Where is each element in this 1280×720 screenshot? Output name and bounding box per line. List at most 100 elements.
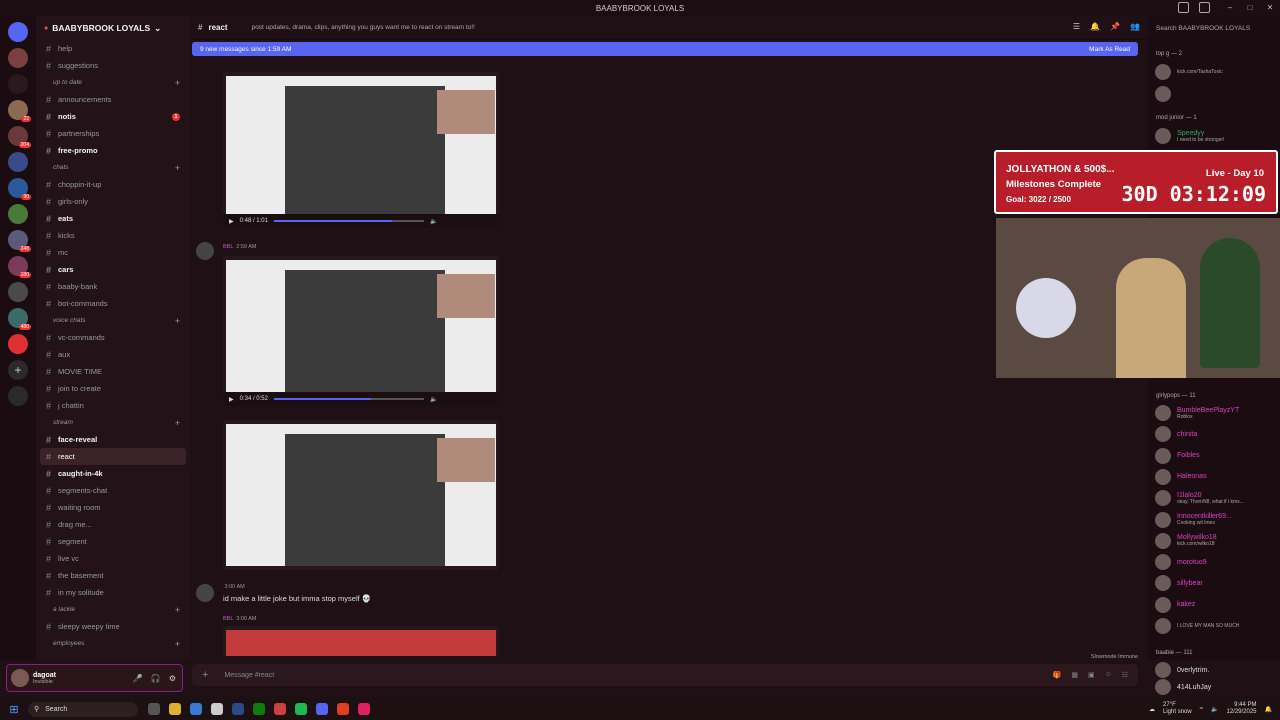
clock[interactable]: 9:44 PM 12/29/2025 [1226, 702, 1256, 716]
gift-icon[interactable]: 🎁 [1053, 671, 1062, 679]
edge-icon[interactable] [190, 703, 202, 715]
video-attachment[interactable]: ▶ 0:34 / 0:52 🔈 [223, 256, 499, 406]
channel-item[interactable]: # segment [36, 533, 190, 550]
add-channel-icon[interactable]: + [175, 639, 180, 649]
message-composer[interactable]: + Message #react 🎁 ▦ ▣ ☺ ☷ [192, 664, 1138, 686]
wifi-icon[interactable]: ≈ [1200, 706, 1203, 712]
server-icon[interactable] [8, 48, 28, 68]
avatar[interactable] [11, 669, 29, 687]
member-item[interactable]: kick.com/TashaToxic [1155, 63, 1223, 81]
server-icon[interactable] [8, 74, 28, 94]
video-progress[interactable] [273, 398, 424, 400]
file-explorer-icon[interactable] [169, 703, 181, 715]
video-progress[interactable] [273, 220, 424, 222]
server-icon[interactable]: 90 [8, 178, 31, 200]
message-author[interactable]: BBL [223, 616, 233, 622]
add-channel-icon[interactable]: + [175, 316, 180, 326]
help-icon[interactable] [1199, 2, 1210, 13]
gif-icon[interactable]: ▦ [1071, 671, 1078, 679]
channel-item[interactable]: # eats [36, 210, 190, 227]
threads-icon[interactable]: ☰ [1073, 22, 1080, 31]
channel-item[interactable]: # free-promo [36, 142, 190, 159]
server-icon[interactable]: 480 [8, 308, 31, 330]
channel-item[interactable]: # girls-only [36, 193, 190, 210]
windows-start-icon[interactable]: ⊞ [0, 703, 28, 716]
add-channel-icon[interactable]: + [175, 418, 180, 428]
microphone-icon[interactable]: 🎤 [133, 674, 143, 683]
notification-icon[interactable]: 🔔 [1265, 706, 1272, 713]
member-item[interactable] [1155, 85, 1177, 103]
task-view-icon[interactable] [148, 703, 160, 715]
close-button[interactable]: ✕ [1260, 0, 1280, 16]
search-input[interactable]: Search BAABYBROOK LOYALS [1152, 20, 1276, 36]
new-messages-bar[interactable]: 9 new messages since 1:59 AM Mark As Rea… [192, 42, 1138, 56]
channel-item[interactable]: # baaby-bank [36, 278, 190, 295]
channel-item[interactable]: # partnerships [36, 125, 190, 142]
app-icon[interactable] [358, 703, 370, 715]
channel-item[interactable]: # waiting room [36, 499, 190, 516]
play-icon[interactable]: ▶ [229, 218, 234, 225]
member-item[interactable]: 0verlytrim. [1155, 661, 1209, 679]
maximize-button[interactable]: □ [1240, 0, 1260, 16]
channel-item[interactable]: # suggestions [36, 57, 190, 74]
server-icon[interactable]: 204 [8, 126, 31, 148]
channel-item[interactable]: # segments-chat [36, 482, 190, 499]
member-item[interactable]: chinita [1155, 425, 1197, 443]
channel-item[interactable]: # j chattin [36, 397, 190, 414]
channel-item[interactable]: # bot-commands [36, 295, 190, 312]
members-icon[interactable]: 👥 [1130, 22, 1140, 31]
add-attachment-icon[interactable]: + [202, 669, 208, 681]
avatar[interactable] [196, 242, 214, 260]
channel-item[interactable]: # vc-commands [36, 329, 190, 346]
avatar[interactable] [196, 584, 214, 602]
member-item[interactable]: kakez [1155, 596, 1195, 614]
server-icon[interactable]: 22 [8, 100, 31, 122]
server-icon[interactable]: 248 [8, 230, 31, 252]
channel-item[interactable]: # live vc [36, 550, 190, 567]
channel-item[interactable]: # announcements [36, 91, 190, 108]
member-item[interactable]: BumbleBeePlayzYT Roblox [1155, 404, 1239, 422]
channel-item[interactable]: # react [40, 448, 186, 465]
server-icon[interactable] [8, 204, 28, 224]
member-item[interactable]: morotuo9 [1155, 553, 1207, 571]
app-icon[interactable] [211, 703, 223, 715]
volume-icon[interactable]: 🔈 [430, 396, 437, 403]
channel-item[interactable]: # sleepy weepy time [36, 618, 190, 635]
server-icon[interactable]: 180 [8, 256, 31, 278]
member-item[interactable]: Haleonas [1155, 468, 1207, 486]
steam-icon[interactable] [232, 703, 244, 715]
channel-category[interactable]: employees + [36, 635, 190, 652]
message-author[interactable]: BBL [223, 244, 233, 250]
message-input[interactable]: Message #react [224, 672, 274, 679]
server-header[interactable]: ● BAABYBROOK LOYALS ⌄ [36, 16, 190, 40]
mark-as-read-button[interactable]: Mark As Read [1089, 46, 1130, 53]
sticker-icon[interactable]: ▣ [1088, 671, 1095, 679]
channel-category[interactable]: voice chats + [36, 312, 190, 329]
apps-icon[interactable]: ☷ [1122, 671, 1128, 679]
emoji-icon[interactable]: ☺ [1105, 671, 1112, 679]
spotify-icon[interactable] [295, 703, 307, 715]
brave-icon[interactable] [337, 703, 349, 715]
video-attachment[interactable]: ▶ 0:48 / 1:01 🔈 [223, 72, 499, 228]
chrome-icon[interactable] [274, 703, 286, 715]
channel-item[interactable]: # aux [36, 346, 190, 363]
channel-item[interactable]: # join to create [36, 380, 190, 397]
channel-item[interactable]: # drag me... [36, 516, 190, 533]
channel-category[interactable]: a lackie + [36, 601, 190, 618]
channel-category[interactable]: chats + [36, 159, 190, 176]
member-item[interactable]: I LOVE MY MAN SO MUCH [1155, 617, 1239, 635]
weather-icon[interactable]: ☁ [1149, 706, 1155, 713]
discord-icon[interactable] [316, 703, 328, 715]
member-item[interactable]: Speedyy I need to be stronger! [1155, 127, 1225, 145]
play-icon[interactable]: ▶ [229, 396, 234, 403]
video-attachment[interactable] [223, 420, 499, 570]
inbox-icon[interactable] [1178, 2, 1189, 13]
channel-item[interactable]: # kicks [36, 227, 190, 244]
bell-icon[interactable]: 🔔 [1090, 22, 1100, 31]
channel-item[interactable]: # face-reveal [36, 431, 190, 448]
channel-category[interactable]: stream + [36, 414, 190, 431]
server-icon[interactable] [8, 282, 28, 302]
add-channel-icon[interactable]: + [175, 605, 180, 615]
channel-item[interactable]: # MOVIE TIME [36, 363, 190, 380]
channel-item[interactable]: # cars [36, 261, 190, 278]
